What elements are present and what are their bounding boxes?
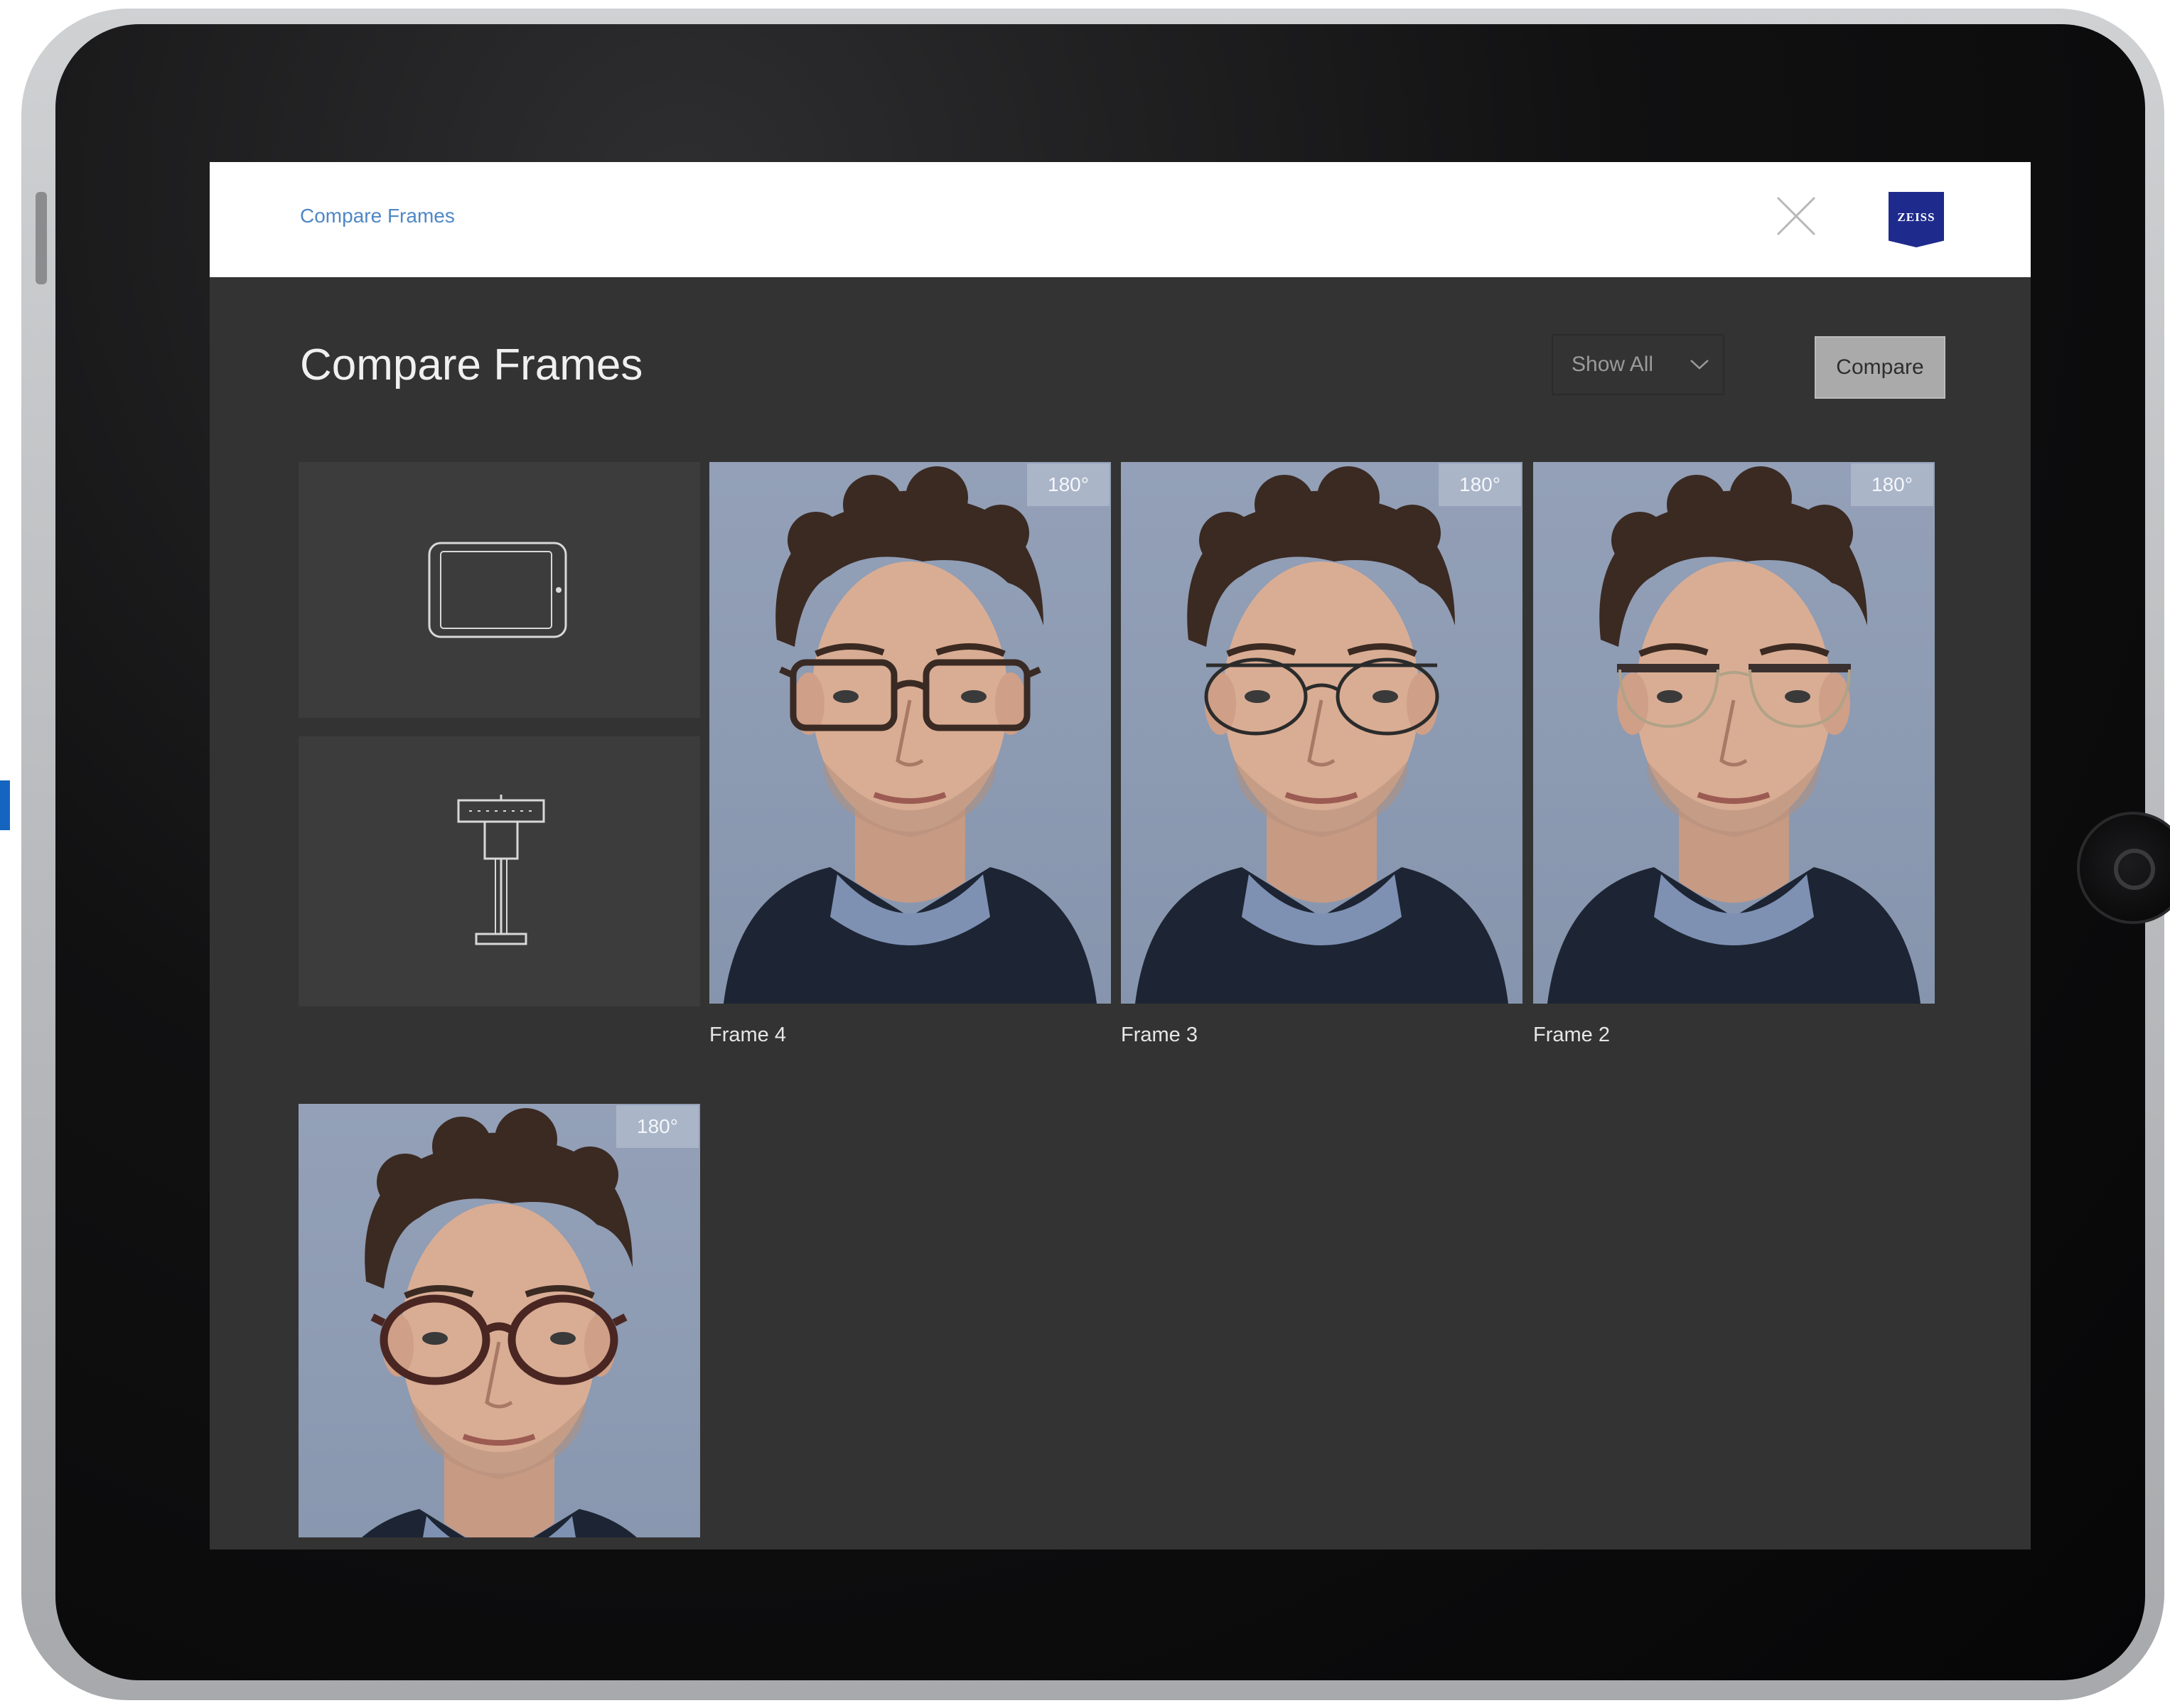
page-title: Compare Frames (300, 340, 643, 390)
frame-photo-card[interactable]: 180° (299, 1104, 700, 1537)
tablet-icon (428, 542, 567, 638)
filter-dropdown[interactable]: Show All (1552, 334, 1724, 395)
close-button[interactable] (1773, 193, 1819, 239)
frame-label: Frame 2 (1533, 1024, 1610, 1046)
frame-photo-card[interactable]: 180° (1121, 462, 1522, 1004)
stand-source-tile[interactable] (299, 736, 700, 1006)
chevron-down-icon (1690, 360, 1709, 370)
portrait-image (1121, 462, 1522, 1004)
zeiss-logo: ZEISS (1889, 192, 1944, 247)
angle-badge[interactable]: 180° (1439, 463, 1521, 506)
side-switch (36, 192, 47, 284)
stand-icon (457, 795, 545, 945)
edge-marker (0, 780, 10, 830)
frame-photo-card[interactable]: 180° (1533, 462, 1935, 1004)
frame-label: Frame 4 (709, 1024, 786, 1046)
portrait-image (1533, 462, 1935, 1004)
compare-button[interactable]: Compare (1815, 336, 1945, 399)
app-screen: Compare Frames ZEISS Compare Frames Show… (210, 162, 2031, 1549)
angle-badge[interactable]: 180° (1027, 463, 1110, 506)
frame-label: Frame 3 (1121, 1024, 1198, 1046)
top-bar: Compare Frames ZEISS (210, 162, 2031, 277)
frame-photo-card[interactable]: 180° (709, 462, 1111, 1004)
logo-text: ZEISS (1897, 210, 1935, 224)
close-icon (1776, 196, 1816, 236)
angle-badge[interactable]: 180° (1851, 463, 1933, 506)
angle-badge[interactable]: 180° (616, 1105, 699, 1148)
filter-selected-value: Show All (1572, 353, 1654, 376)
breadcrumb[interactable]: Compare Frames (300, 205, 455, 227)
tablet-source-tile[interactable] (299, 462, 700, 718)
portrait-image (299, 1104, 700, 1537)
portrait-image (709, 462, 1111, 1004)
